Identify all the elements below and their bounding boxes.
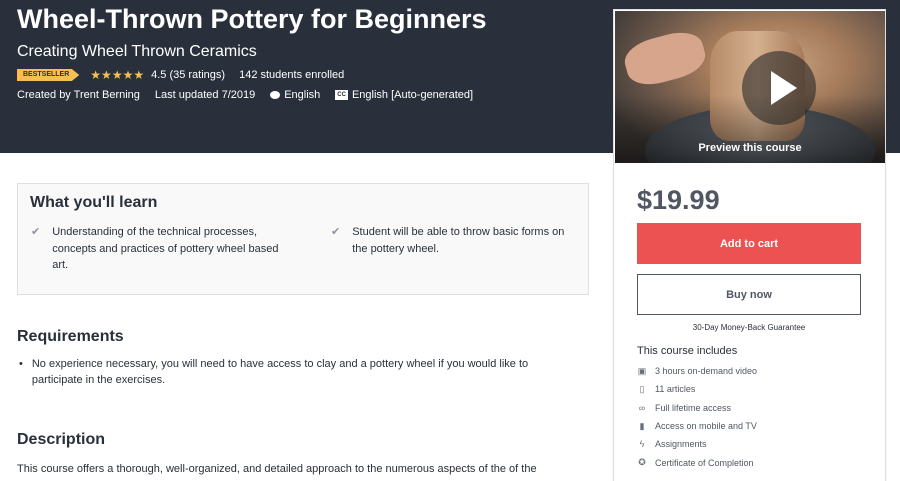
checkmark-icon: ✔ — [31, 226, 41, 238]
includes-item: ✪ Certificate of Completion — [638, 457, 754, 468]
course-subtitle: Creating Wheel Thrown Ceramics — [17, 43, 257, 60]
language: English — [270, 89, 320, 101]
includes-item: ▣ 3 hours on-demand video — [637, 365, 758, 377]
description-heading: Description — [17, 431, 106, 448]
add-to-cart-button[interactable]: Add to cart — [637, 223, 861, 264]
course-preview[interactable]: Preview this course — [615, 11, 885, 163]
checkmark-icon: ✔ — [331, 226, 341, 238]
star-rating-icon: ★★★★★ — [90, 68, 145, 82]
includes-item: ϟ Assignments — [637, 435, 757, 453]
rating-text[interactable]: 4.5 (35 ratings) — [151, 69, 225, 81]
buy-now-button[interactable]: Buy now — [637, 274, 861, 315]
description-text: This course offers a thorough, well-orga… — [17, 463, 537, 475]
language-label: English — [284, 89, 321, 101]
course-meta-row: Created by Trent Berning Last updated 7/… — [17, 89, 488, 101]
what-you-learn-box: What you'll learn ✔ Understanding of the… — [17, 183, 589, 295]
includes-item: ▮ Access on mobile and TV — [637, 417, 757, 435]
learn-item: ✔ Student will be able to throw basic fo… — [331, 224, 581, 257]
rating-row: BESTSELLER ★★★★★ 4.5 (35 ratings) 142 st… — [17, 67, 344, 83]
captions: CC English [Auto-generated] — [335, 89, 473, 101]
trophy-icon: ✪ — [638, 457, 646, 468]
infinity-icon: ∞ — [638, 402, 646, 413]
money-back-guarantee: 30-Day Money-Back Guarantee — [692, 323, 806, 332]
learn-item: ✔ Understanding of the technical process… — [31, 224, 281, 274]
course-price: $19.99 — [637, 185, 720, 215]
video-icon: ▣ — [637, 365, 647, 376]
closed-captions-icon: CC — [335, 90, 348, 100]
requirement-item: • No experience necessary, you will need… — [19, 358, 529, 386]
bestseller-badge: BESTSELLER — [17, 69, 80, 81]
includes-item: ▯ 11 articles — [637, 380, 757, 398]
includes-list: ▣ 3 hours on-demand video ▯ 11 articles ∞ F… — [637, 362, 757, 472]
purchase-sidebar: Preview this course $19.99 Add to cart B… — [613, 9, 886, 481]
play-icon[interactable] — [742, 51, 816, 125]
requirements-heading: Requirements — [17, 328, 124, 345]
file-icon: ▯ — [639, 383, 645, 394]
bolt-icon: ϟ — [639, 439, 645, 450]
captions-label: English [Auto-generated] — [351, 89, 474, 101]
enrolled-count: 142 students enrolled — [239, 69, 345, 81]
bullet-icon: • — [19, 358, 23, 370]
includes-item: ∞ Full lifetime access — [638, 402, 732, 413]
created-by[interactable]: Created by Trent Berning — [17, 89, 140, 101]
mobile-icon: ▮ — [639, 420, 645, 431]
last-updated: Last updated 7/2019 — [154, 89, 256, 101]
includes-title: This course includes — [637, 345, 738, 357]
preview-label: Preview this course — [698, 142, 802, 154]
course-title: Wheel-Thrown Pottery for Beginners — [17, 4, 487, 34]
speech-bubble-icon — [270, 91, 281, 99]
learn-title: What you'll learn — [30, 194, 158, 211]
